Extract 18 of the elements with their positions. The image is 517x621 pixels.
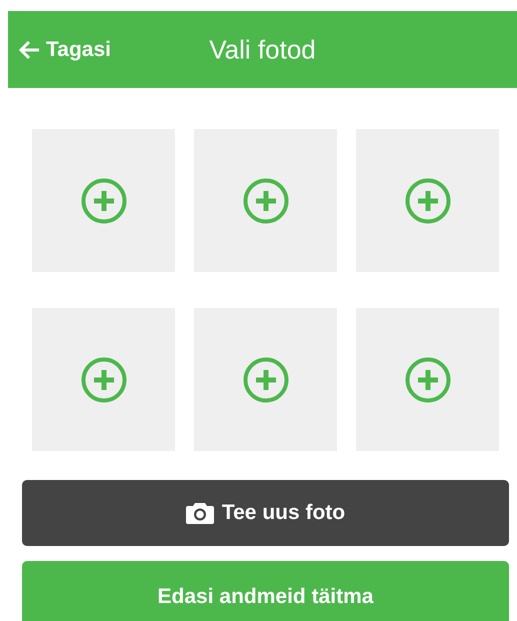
back-button[interactable]: Tagasi [18,34,111,66]
page-title: Vali fotod [209,34,316,66]
add-circle-icon [242,178,288,224]
continue-button[interactable]: Edasi andmeid täitma [22,561,509,621]
add-circle-icon [80,178,126,224]
add-circle-icon [80,356,126,402]
add-photo-slot[interactable] [356,129,499,272]
add-photo-slot[interactable] [194,129,337,272]
add-photo-slot[interactable] [356,308,499,451]
add-circle-icon [404,356,450,402]
back-arrow-icon [18,40,40,60]
add-photo-slot[interactable] [32,129,175,272]
add-circle-icon [404,178,450,224]
add-photo-slot[interactable] [194,308,337,451]
camera-icon [186,502,214,524]
take-photo-button[interactable]: Tee uus foto [22,480,509,546]
add-photo-slot[interactable] [32,308,175,451]
add-circle-icon [242,356,288,402]
